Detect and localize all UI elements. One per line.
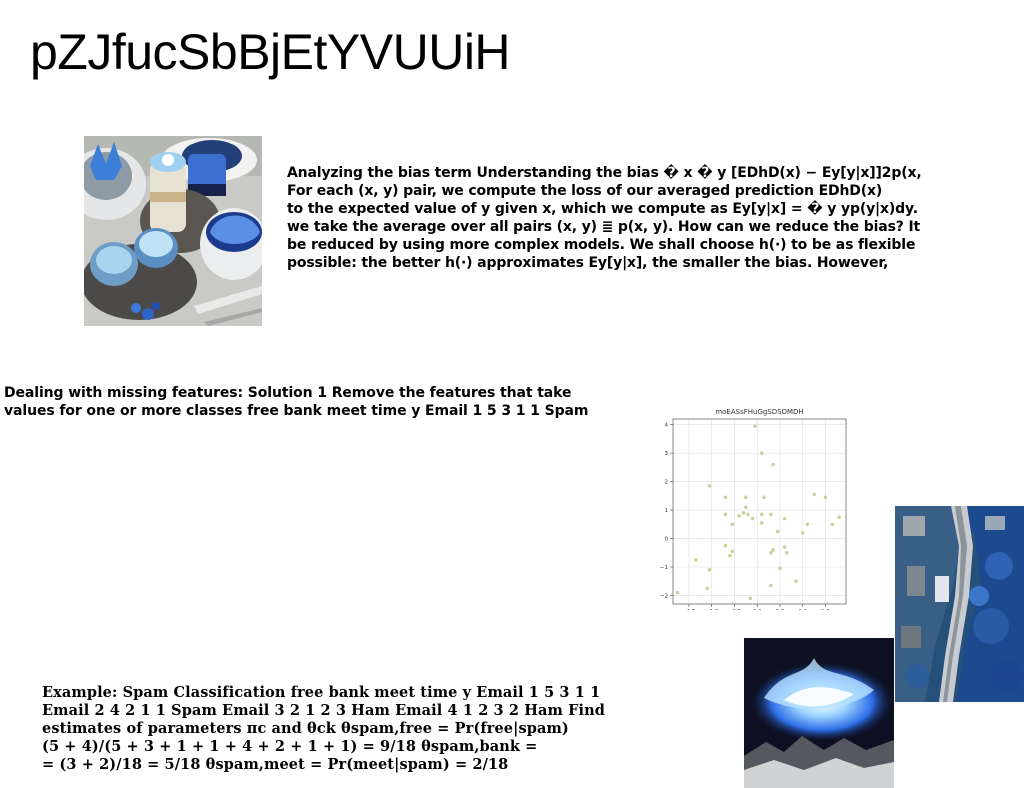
paragraph-line: Email 2 4 2 1 1 Spam Email 3 2 1 2 3 Ham… bbox=[42, 702, 605, 719]
plot-area bbox=[673, 419, 846, 604]
y-tick-label: 1 bbox=[665, 508, 669, 514]
paragraph-line: estimates of parameters πc and θck θspam… bbox=[42, 720, 569, 737]
page-title: pZJfucSbBjEtYVUUiH bbox=[30, 24, 511, 80]
paragraph-line: Analyzing the bias term Understanding th… bbox=[287, 165, 922, 181]
paragraph-line: = (3 + 2)/18 = 5/18 θspam,meet = Pr(meet… bbox=[42, 756, 509, 773]
y-tick-label: −1 bbox=[660, 565, 668, 571]
scatter-point bbox=[769, 512, 773, 517]
missing-features-paragraph: Dealing with missing features: Solution … bbox=[4, 384, 588, 420]
scatter-point bbox=[812, 492, 816, 497]
scatter-point bbox=[723, 495, 728, 500]
scatter-point bbox=[769, 550, 773, 555]
scatter-point bbox=[759, 451, 764, 455]
paragraph-line: to the expected value of y given x, whic… bbox=[287, 201, 918, 217]
scatter-point bbox=[753, 424, 757, 428]
scatter-point bbox=[771, 462, 775, 467]
scatter-point bbox=[705, 586, 709, 591]
scatter-point bbox=[759, 521, 764, 525]
scatter-point bbox=[794, 579, 798, 584]
paragraph-line: values for one or more classes free bank… bbox=[4, 403, 589, 419]
scatter-point bbox=[823, 495, 828, 500]
scatter-point bbox=[785, 550, 789, 555]
paragraph-line: we take the average over all pairs (x, y… bbox=[287, 219, 921, 235]
aerial-photo bbox=[895, 506, 1024, 702]
x-tick-label: 0.5 bbox=[776, 609, 785, 610]
scatter-point bbox=[723, 543, 728, 548]
scatter-chart: moEASsFHuGgSDSDMDH −1.5 −1.0 −0.5 0.0 0.5 1.0 1… bbox=[636, 404, 856, 610]
paragraph-line: be reduced by using more complex models.… bbox=[287, 237, 916, 253]
bias-term-paragraph: Analyzing the bias term Understanding th… bbox=[287, 164, 922, 272]
paragraph-line: (5 + 4)/(5 + 3 + 1 + 1 + 4 + 2 + 1 + 1) … bbox=[42, 738, 538, 755]
scatter-point bbox=[728, 553, 732, 558]
dessert-photo bbox=[84, 136, 262, 326]
paragraph-line: For each (x, y) pair, we compute the los… bbox=[287, 183, 883, 199]
x-tick-label: 0.0 bbox=[753, 609, 762, 610]
chart-title: moEASsFHuGgSDSDMDH bbox=[715, 408, 803, 416]
scatter-point bbox=[744, 505, 748, 510]
x-tick-label: 1.0 bbox=[798, 609, 807, 610]
scatter-point bbox=[693, 558, 698, 562]
scatter-point bbox=[707, 568, 712, 572]
scatter-point bbox=[762, 495, 766, 500]
scatter-point bbox=[675, 590, 680, 595]
scatter-point bbox=[778, 566, 782, 571]
x-tick-label: −1.5 bbox=[682, 609, 696, 610]
scatter-point bbox=[737, 513, 741, 518]
scatter-point bbox=[769, 583, 773, 588]
scatter-point bbox=[837, 515, 841, 519]
x-tick-label: 1.5 bbox=[821, 609, 830, 610]
scatter-point bbox=[744, 495, 748, 500]
scatter-point bbox=[746, 512, 750, 517]
paragraph-line: possible: the better h(·) approximates E… bbox=[287, 255, 889, 271]
spam-example-paragraph: Example: Spam Classification free bank m… bbox=[42, 684, 605, 774]
scatter-point bbox=[771, 548, 775, 552]
scatter-point bbox=[805, 522, 810, 527]
paragraph-line: Dealing with missing features: Solution … bbox=[4, 385, 572, 401]
scatter-point bbox=[730, 522, 734, 527]
y-tick-label: 4 bbox=[665, 423, 669, 429]
scatter-point bbox=[759, 512, 764, 517]
scatter-point bbox=[800, 531, 805, 535]
scatter-point bbox=[782, 545, 787, 549]
scatter-point bbox=[775, 529, 780, 534]
y-tick-label: 3 bbox=[665, 451, 669, 457]
x-tick-label: −0.5 bbox=[728, 609, 742, 610]
y-tick-label: 0 bbox=[665, 537, 669, 543]
paragraph-line: Example: Spam Classification free bank m… bbox=[42, 684, 601, 701]
scatter-point bbox=[723, 512, 728, 517]
scatter-point bbox=[748, 596, 753, 601]
scatter-point bbox=[830, 522, 835, 527]
y-tick-label: 2 bbox=[665, 480, 669, 486]
scatter-point bbox=[741, 511, 746, 515]
scatter-point bbox=[707, 484, 712, 488]
x-tick-label: −1.0 bbox=[705, 609, 719, 610]
scatter-point bbox=[750, 516, 755, 521]
y-tick-label: −2 bbox=[660, 593, 668, 599]
scatter-point bbox=[730, 549, 734, 554]
scatter-point bbox=[782, 516, 787, 521]
flame-photo bbox=[744, 638, 894, 788]
